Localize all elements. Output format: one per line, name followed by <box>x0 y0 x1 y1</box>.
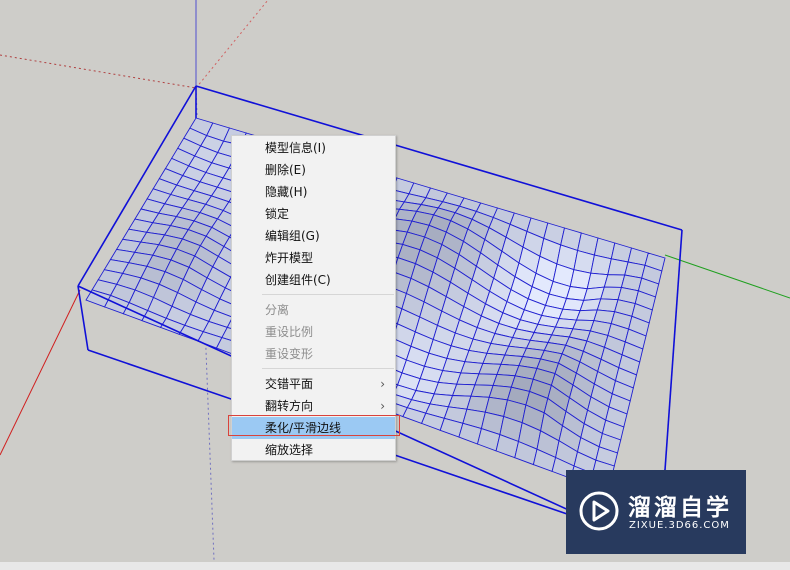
menu-item-5[interactable]: 炸开模型 <box>232 247 395 269</box>
menu-item-label: 隐藏(H) <box>265 185 308 199</box>
menu-item-label: 编辑组(G) <box>265 229 320 243</box>
highlight-frame <box>228 415 400 436</box>
menu-item-label: 重设比例 <box>265 325 314 339</box>
menu-item-label: 翻转方向 <box>265 399 314 413</box>
menu-item-label: 模型信息(I) <box>265 141 326 155</box>
watermark-title: 溜溜自学 <box>628 495 732 521</box>
context-menu[interactable]: 模型信息(I) 删除(E) 隐藏(H) 锁定编辑组(G) 炸开模型创建组件(C) 分离重设… <box>231 135 396 461</box>
chevron-right-icon: › <box>380 377 385 391</box>
menu-item-label: 重设变形 <box>265 347 314 361</box>
green-axis <box>664 254 790 299</box>
red-axis-upper <box>195 0 269 89</box>
play-icon <box>579 491 619 531</box>
menu-item-label: 炸开模型 <box>265 251 314 265</box>
menu-item-9[interactable]: 重设变形 <box>232 343 395 365</box>
menu-item-label: 交错平面 <box>265 377 314 391</box>
menu-item-label: 锁定 <box>265 207 290 221</box>
chevron-right-icon: › <box>380 399 385 413</box>
modeling-viewport[interactable]: 模型信息(I) 删除(E) 隐藏(H) 锁定编辑组(G) 炸开模型创建组件(C) 分离重设… <box>0 0 790 570</box>
menu-separator <box>262 368 394 369</box>
menu-item-8[interactable]: 重设比例 <box>232 321 395 343</box>
menu-item-4[interactable]: 编辑组(G) <box>232 225 395 247</box>
watermark-logo: 溜溜自学 ZIXUE.3D66.COM <box>566 470 746 554</box>
menu-item-label: 缩放选择 <box>265 443 314 457</box>
menu-item-0[interactable]: 模型信息(I) <box>232 137 395 159</box>
menu-item-10[interactable]: 交错平面 › <box>232 373 395 395</box>
menu-item-6[interactable]: 创建组件(C) <box>232 269 395 291</box>
status-bar-edge <box>0 562 790 570</box>
menu-item-7[interactable]: 分离 <box>232 299 395 321</box>
red-axis <box>0 289 81 456</box>
menu-item-label: 分离 <box>265 303 290 317</box>
menu-item-11[interactable]: 翻转方向 › <box>232 395 395 417</box>
menu-item-1[interactable]: 删除(E) <box>232 159 395 181</box>
menu-item-label: 删除(E) <box>265 163 306 177</box>
menu-item-13[interactable]: 缩放选择 <box>232 439 395 461</box>
watermark-url: ZIXUE.3D66.COM <box>629 520 730 531</box>
red-axis-dotted <box>0 54 197 89</box>
menu-item-label: 创建组件(C) <box>265 273 331 287</box>
menu-item-3[interactable]: 锁定 <box>232 203 395 225</box>
menu-item-2[interactable]: 隐藏(H) <box>232 181 395 203</box>
menu-separator <box>262 294 394 295</box>
